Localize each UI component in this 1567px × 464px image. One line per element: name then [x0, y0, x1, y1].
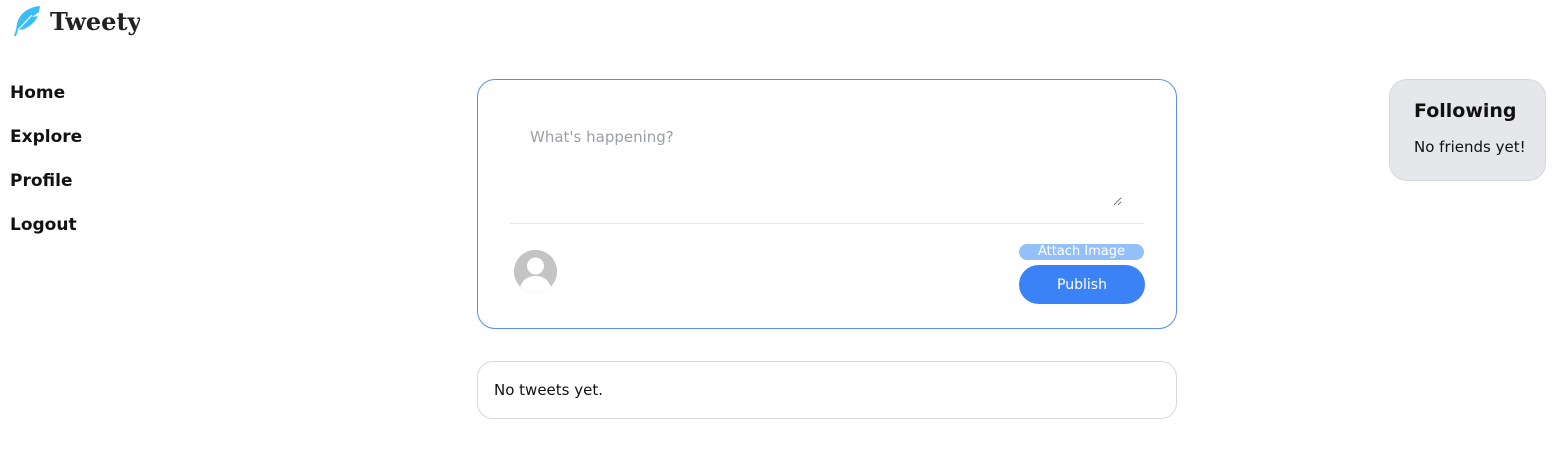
tweet-input[interactable] — [514, 116, 1122, 206]
app-name: Tweety — [50, 6, 140, 36]
following-title: Following — [1414, 100, 1517, 122]
sidebar-nav: Home Explore Profile Logout — [10, 82, 82, 237]
tweet-feed: No tweets yet. — [477, 361, 1177, 419]
sidebar-item-explore[interactable]: Explore — [10, 126, 82, 149]
sidebar-item-logout[interactable]: Logout — [10, 214, 82, 237]
tweet-composer: Attach Image Publish — [477, 79, 1177, 329]
sidebar-item-profile[interactable]: Profile — [10, 170, 82, 193]
feed-empty-text: No tweets yet. — [494, 381, 603, 399]
publish-button[interactable]: Publish — [1019, 265, 1145, 304]
following-empty-text: No friends yet! — [1414, 138, 1526, 156]
app-logo[interactable]: Tweety — [10, 4, 140, 38]
attach-image-button[interactable]: Attach Image — [1019, 244, 1144, 260]
feather-icon — [10, 4, 44, 38]
user-avatar — [514, 250, 557, 293]
sidebar-item-home[interactable]: Home — [10, 82, 82, 105]
following-panel: Following No friends yet! — [1389, 79, 1546, 181]
composer-divider — [510, 223, 1144, 224]
default-avatar-icon — [514, 250, 557, 293]
